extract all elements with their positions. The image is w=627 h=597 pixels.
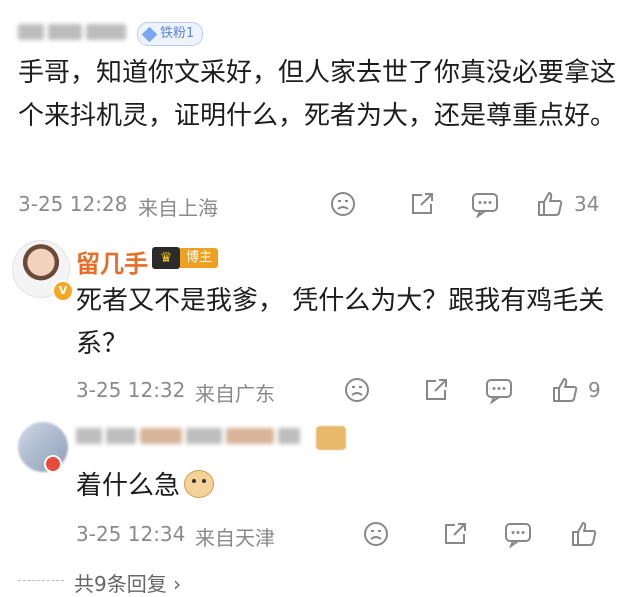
like-icon[interactable] [535,189,565,219]
level-badge-icon [316,426,346,450]
reply-text: 着什么急 [76,465,215,502]
like-count: 9 [588,378,601,402]
fan-badge: 铁粉1 [137,22,204,46]
reply-text: 死者又不是我爹， 凭什么为大？跟我有鸡毛关系？ [76,286,605,359]
commenter-name-blurred[interactable] [18,24,126,40]
share-icon[interactable] [408,190,436,218]
comment-time: 3-25 12:28 [18,192,128,216]
divider [18,580,64,581]
comment-text: 手哥，知道你文采好，但人家去世了你真没必要拿这个来抖机灵，证明什么，死者为大，还… [18,58,617,131]
share-icon[interactable] [441,520,469,548]
like-icon[interactable] [550,375,580,405]
comment-location: 来自上海 [138,196,218,220]
reply-time: 3-25 12:32 [76,378,186,402]
badge-dot-icon [44,455,62,473]
like-icon[interactable] [569,519,599,549]
reply-author-name-blurred[interactable] [76,428,300,444]
dislike-face-icon[interactable] [362,520,390,548]
share-icon[interactable] [422,376,450,404]
fan-badge-label: 铁粉1 [160,26,195,41]
comment-icon[interactable] [503,520,533,548]
comment-icon[interactable] [484,376,514,404]
like-count: 34 [574,192,600,216]
reply-text-content: 着什么急 [76,471,181,501]
comment-icon[interactable] [470,190,500,218]
blogger-badge: ♛ 博主 [152,247,219,269]
dislike-face-icon[interactable] [343,376,371,404]
reply-location: 来自广东 [195,382,275,406]
diamond-icon [141,26,158,42]
reply-author-name[interactable]: 留几手 [76,244,148,279]
reply-time: 3-25 12:34 [76,522,186,546]
crown-icon: ♛ [152,247,180,269]
dislike-face-icon[interactable] [329,190,357,218]
cat-emoji-icon [184,469,215,498]
verified-icon: V [52,280,74,302]
reply-location: 来自天津 [195,526,275,550]
blogger-badge-label: 博主 [180,248,219,268]
